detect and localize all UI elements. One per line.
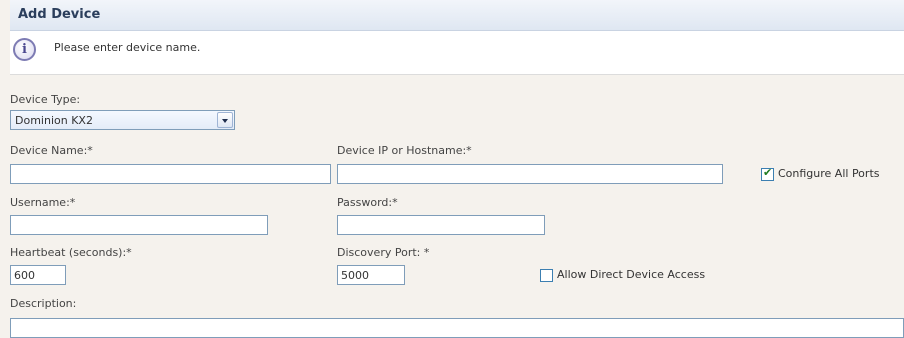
password-input[interactable] (337, 215, 545, 235)
description-label: Description: (10, 297, 77, 310)
panel-header: Add Device (10, 0, 904, 31)
chevron-down-icon[interactable] (217, 112, 233, 128)
device-type-select[interactable]: Dominion KX2 (10, 110, 235, 130)
device-name-label: Device Name:* (10, 144, 93, 157)
panel-title: Add Device (18, 7, 101, 22)
info-banner: i Please enter device name. (10, 31, 904, 75)
device-type-label: Device Type: (10, 93, 81, 106)
device-ip-input[interactable] (337, 164, 723, 184)
discovery-port-input[interactable] (337, 265, 405, 285)
configure-all-ports-label: Configure All Ports (778, 167, 880, 180)
heartbeat-label: Heartbeat (seconds):* (10, 246, 132, 259)
device-name-input[interactable] (10, 164, 331, 184)
configure-all-ports-checkbox[interactable] (761, 166, 774, 181)
password-label: Password:* (337, 196, 398, 209)
discovery-port-label: Discovery Port: * (337, 246, 430, 259)
heartbeat-input[interactable] (10, 265, 66, 285)
device-ip-label: Device IP or Hostname:* (337, 144, 472, 157)
device-type-value: Dominion KX2 (15, 114, 93, 127)
description-input[interactable] (10, 318, 904, 338)
allow-direct-access-checkbox[interactable] (540, 269, 553, 282)
allow-direct-access-label: Allow Direct Device Access (557, 268, 706, 281)
info-message: Please enter device name. (54, 41, 201, 54)
username-input[interactable] (10, 215, 268, 235)
username-label: Username:* (10, 196, 76, 209)
info-icon: i (13, 38, 36, 61)
